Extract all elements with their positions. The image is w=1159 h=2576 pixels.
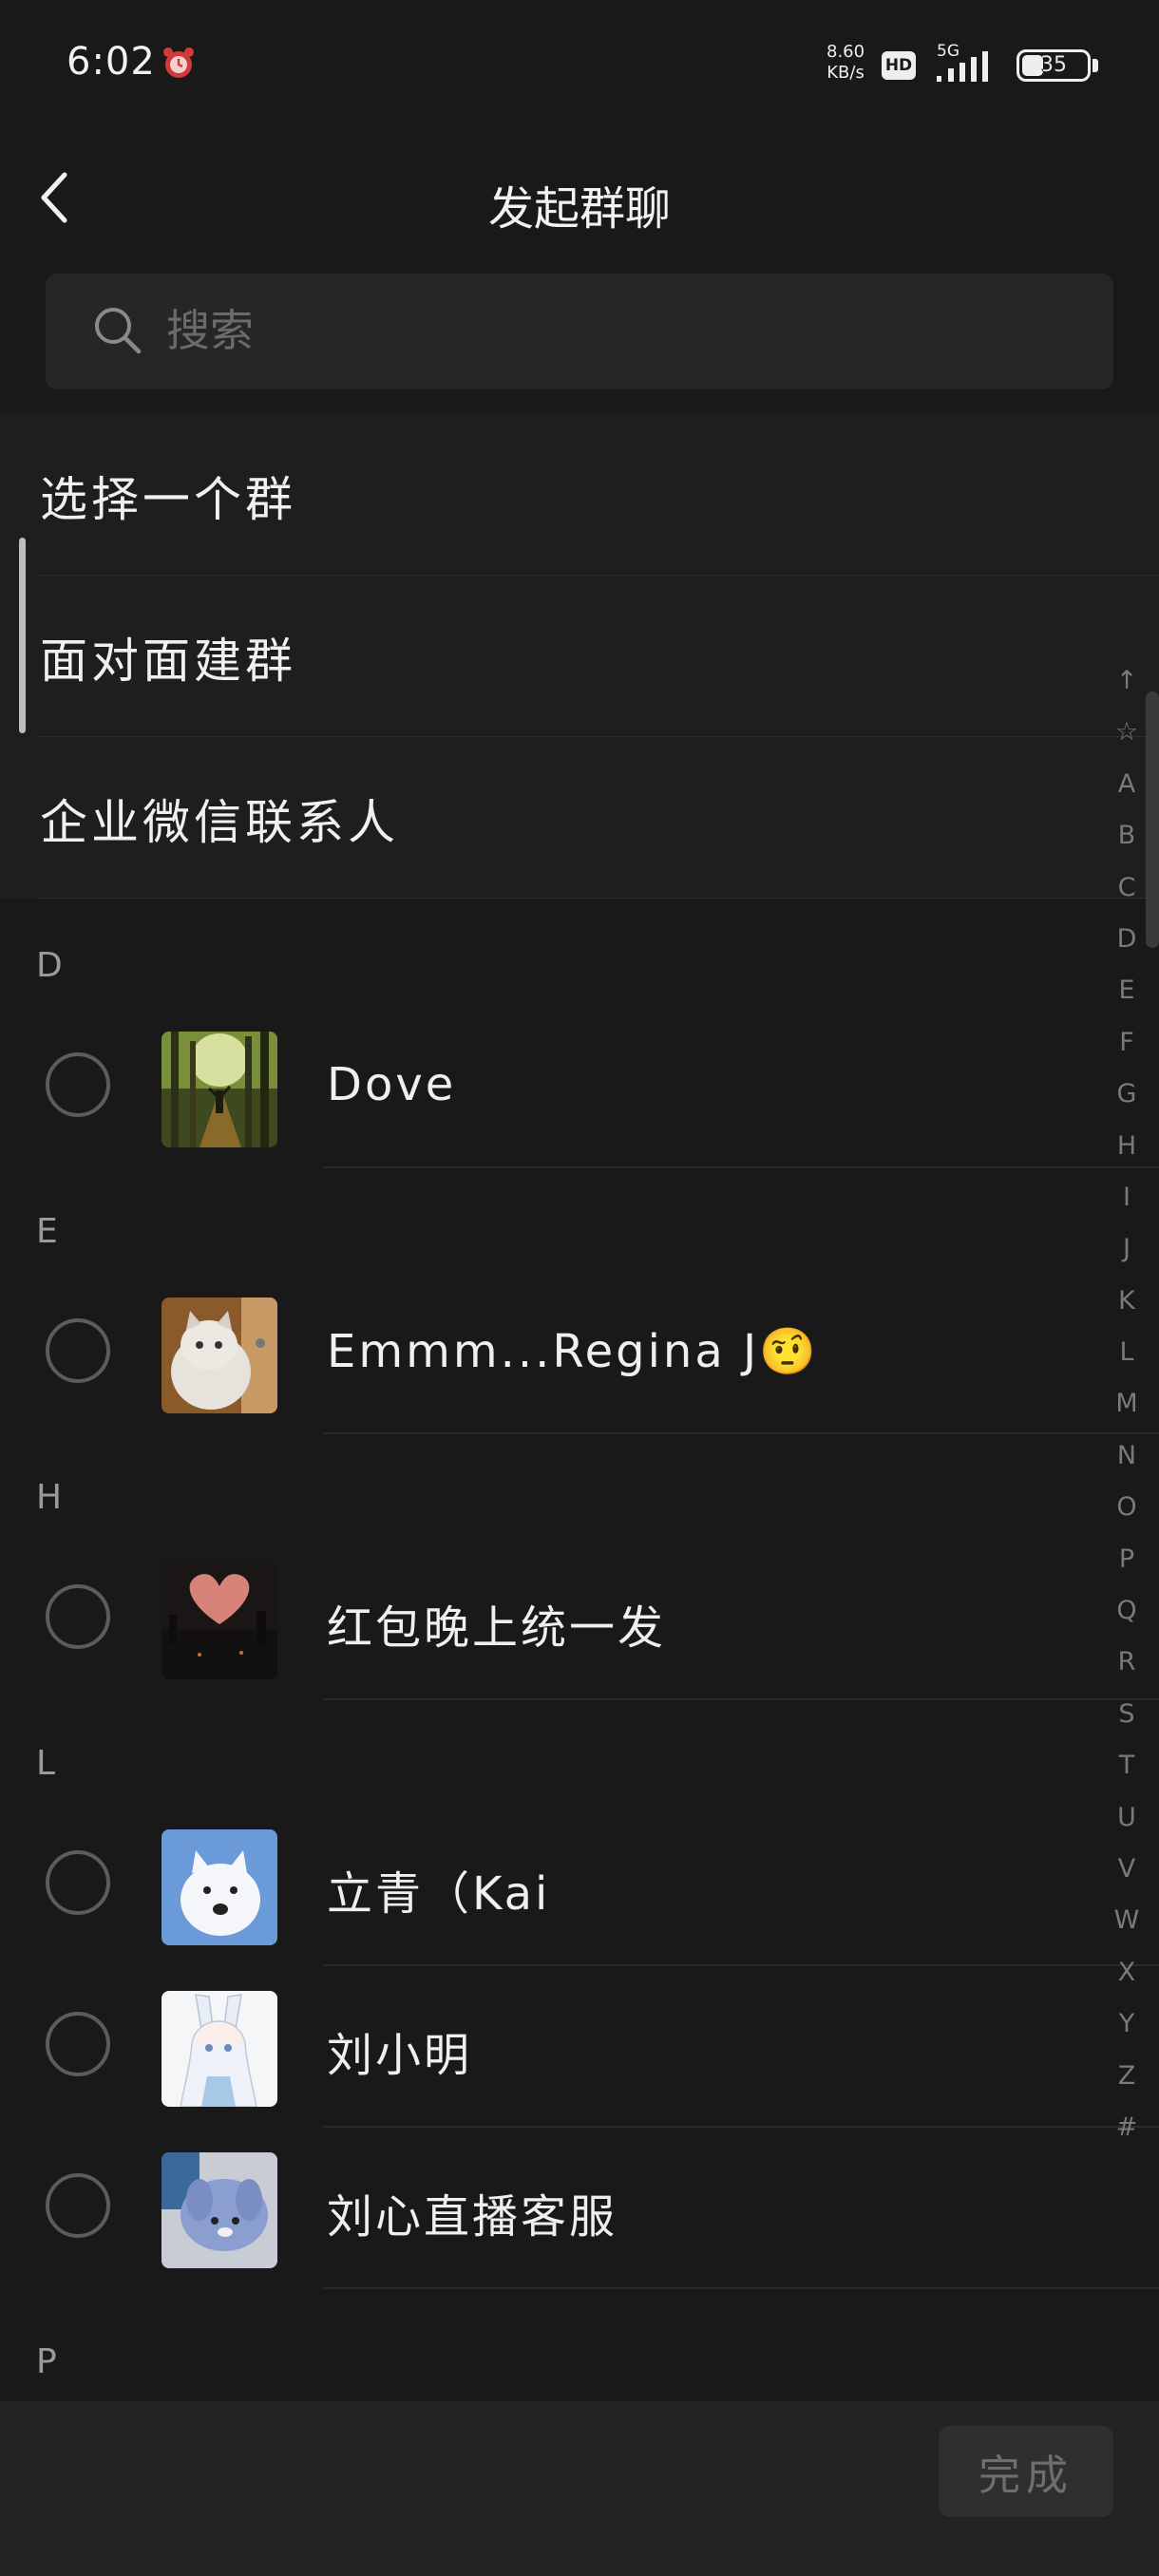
section-header-p: P [36, 2342, 57, 2381]
index-letter[interactable]: H [1104, 1121, 1150, 1172]
index-letter[interactable]: B [1104, 810, 1150, 862]
signal-strength-icon [937, 51, 988, 82]
hd-badge: HD [882, 51, 916, 80]
avatar [162, 1032, 277, 1147]
index-letter[interactable]: F [1104, 1017, 1150, 1069]
section-header-e: E [36, 1212, 58, 1251]
network-speed: 8.60 KB/s [826, 42, 864, 84]
select-radio[interactable] [46, 1318, 110, 1383]
index-letter[interactable]: Q [1104, 1585, 1150, 1637]
index-letter[interactable]: M [1104, 1378, 1150, 1430]
page-title: 发起群聊 [487, 182, 671, 236]
index-letter[interactable]: D [1104, 914, 1150, 965]
contact-row[interactable]: 刘小明 [0, 1966, 1159, 2128]
divider [40, 898, 1159, 899]
scroll-indicator [19, 538, 26, 733]
done-button[interactable]: 完成 [939, 2426, 1113, 2517]
index-letter[interactable]: R [1104, 1637, 1150, 1688]
alarm-clock-icon [163, 47, 194, 78]
alphabet-index[interactable]: ↑ ☆ A B C D E F G H I J K L M N O P Q R S T U V W X Y Z # [1104, 655, 1150, 2153]
index-letter[interactable]: P [1104, 1534, 1150, 1585]
section-header-d: D [36, 946, 63, 985]
avatar [162, 1563, 277, 1679]
index-letter[interactable]: Z [1104, 2051, 1150, 2102]
menu-item-enterprise-contacts[interactable]: 企业微信联系人 [0, 737, 1159, 899]
index-letter[interactable]: E [1104, 965, 1150, 1016]
footer-bar: 完成 [0, 2401, 1159, 2576]
battery-level: 35 [1040, 53, 1067, 77]
contact-row[interactable]: 红包晚上统一发 [0, 1539, 1159, 1700]
index-letter[interactable]: V [1104, 1844, 1150, 1895]
contact-name: Emmm...Regina J🤨 [327, 1325, 819, 1378]
menu-item-label: 面对面建群 [40, 634, 296, 689]
contact-name: Dove [327, 1058, 457, 1111]
select-radio[interactable] [46, 1052, 110, 1117]
index-letter[interactable]: ☆ [1104, 707, 1150, 758]
section-header-l: L [36, 1744, 56, 1783]
contact-row[interactable]: Emmm...Regina J🤨 [0, 1273, 1159, 1434]
forest-photo [162, 1032, 277, 1147]
index-letter[interactable]: K [1104, 1276, 1150, 1327]
status-bar: 6:02 8.60 KB/s HD 5G 35 [0, 0, 1159, 133]
index-letter[interactable]: I [1104, 1172, 1150, 1223]
select-radio[interactable] [46, 2012, 110, 2076]
select-radio[interactable] [46, 1850, 110, 1915]
divider [323, 1432, 1159, 1434]
contact-name: 立青（Kai [327, 1867, 551, 1921]
avatar [162, 2152, 277, 2268]
index-letter[interactable]: J [1104, 1223, 1150, 1275]
search-box[interactable] [46, 274, 1113, 389]
contact-row[interactable]: Dove [0, 1007, 1159, 1168]
menu-list: 选择一个群 面对面建群 企业微信联系人 [0, 414, 1159, 899]
contact-row[interactable]: 立青（Kai [0, 1805, 1159, 1966]
index-letter[interactable]: # [1104, 2102, 1150, 2153]
divider [323, 2287, 1159, 2289]
index-letter[interactable]: U [1104, 1792, 1150, 1844]
status-time: 6:02 [66, 40, 156, 84]
battery-icon: 35 [1016, 49, 1091, 82]
avatar [162, 1991, 277, 2107]
index-letter[interactable]: C [1104, 862, 1150, 914]
contact-row[interactable]: 刘心直播客服 [0, 2128, 1159, 2289]
index-letter[interactable]: O [1104, 1482, 1150, 1533]
blue-plush-photo [162, 2152, 277, 2268]
avatar [162, 1829, 277, 1945]
cat-photo [162, 1297, 277, 1413]
select-radio[interactable] [46, 2173, 110, 2238]
index-letter[interactable]: T [1104, 1740, 1150, 1791]
nav-bar: 发起群聊 [0, 133, 1159, 266]
index-letter[interactable]: N [1104, 1430, 1150, 1482]
menu-item-label: 选择一个群 [40, 472, 296, 527]
index-letter[interactable]: Y [1104, 1998, 1150, 2050]
section-header-h: H [36, 1478, 63, 1517]
white-dog-photo [162, 1829, 277, 1945]
search-input[interactable] [164, 296, 1023, 365]
divider [323, 1698, 1159, 1700]
index-letter[interactable]: X [1104, 1947, 1150, 1998]
divider [323, 1166, 1159, 1168]
menu-item-select-group[interactable]: 选择一个群 [0, 414, 1159, 576]
menu-item-face-to-face-group[interactable]: 面对面建群 [0, 576, 1159, 737]
index-letter[interactable]: ↑ [1104, 655, 1150, 707]
contact-name: 刘心直播客服 [327, 2190, 618, 2244]
contact-name: 刘小明 [327, 2029, 473, 2082]
battery-tip [1092, 59, 1098, 72]
index-letter[interactable]: G [1104, 1069, 1150, 1120]
index-letter[interactable]: A [1104, 759, 1150, 810]
network-speed-value: 8.60 [826, 42, 865, 62]
anime-bunny-girl [162, 1991, 277, 2107]
index-letter[interactable]: S [1104, 1689, 1150, 1740]
index-letter[interactable]: L [1104, 1327, 1150, 1378]
network-speed-unit: KB/s [826, 63, 864, 83]
select-radio[interactable] [46, 1584, 110, 1649]
heart-sunset-photo [162, 1563, 277, 1679]
avatar [162, 1297, 277, 1413]
search-icon [95, 308, 142, 354]
index-letter[interactable]: W [1104, 1895, 1150, 1946]
contact-name: 红包晚上统一发 [327, 1601, 667, 1655]
menu-item-label: 企业微信联系人 [40, 795, 399, 850]
